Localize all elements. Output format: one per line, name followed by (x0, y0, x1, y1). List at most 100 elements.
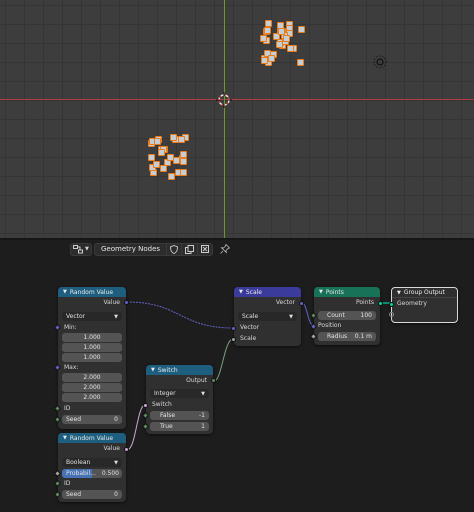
switch-socket[interactable] (143, 403, 148, 408)
link-random-to-scale (126, 301, 234, 329)
chevron-down-icon[interactable]: ▼ (397, 290, 401, 296)
selected-point[interactable] (180, 158, 187, 165)
selected-point[interactable] (298, 26, 305, 33)
seed-label: Seed (66, 491, 81, 498)
false-value: -1 (199, 412, 205, 419)
data-type-dropdown[interactable]: Boolean ▼ (62, 458, 122, 467)
selected-point[interactable] (180, 151, 187, 158)
chevron-down-icon: ▼ (114, 459, 118, 466)
true-value: 1 (201, 423, 205, 430)
seed-value: 0 (114, 491, 118, 498)
selected-point[interactable] (264, 27, 271, 34)
node-title: Scale (245, 288, 263, 296)
chevron-down-icon[interactable]: ▼ (63, 289, 67, 295)
radius-value: 0.1 m (354, 333, 372, 340)
selected-point[interactable] (283, 35, 290, 42)
selected-point[interactable] (168, 173, 175, 180)
true-field[interactable]: True 1 (150, 422, 209, 431)
selected-point[interactable] (268, 55, 275, 62)
group-output-node[interactable]: ▼ Group Output Geometry (389, 287, 458, 323)
data-type-value: Vector (66, 313, 86, 320)
chevron-down-icon[interactable]: ▼ (151, 367, 155, 373)
id-label: ID (64, 405, 71, 412)
probability-fill: Probabil... (62, 469, 96, 478)
input-scale-socket[interactable] (231, 337, 236, 342)
chevron-down-icon[interactable]: ▼ (319, 289, 323, 295)
min-y-field[interactable]: 1.000 (62, 343, 122, 352)
output-value-socket[interactable] (124, 300, 129, 305)
output-socket[interactable] (211, 378, 216, 383)
3d-viewport[interactable] (0, 0, 474, 238)
selected-point[interactable] (158, 149, 165, 156)
selected-point[interactable] (261, 57, 268, 64)
chevron-down-icon[interactable]: ▼ (239, 289, 243, 295)
selected-point[interactable] (287, 45, 294, 52)
empty-socket[interactable] (389, 312, 394, 317)
selected-point[interactable] (154, 138, 161, 145)
min-x-field[interactable]: 1.000 (62, 333, 122, 342)
selected-point[interactable] (167, 154, 174, 161)
point-cloud-top[interactable] (258, 18, 308, 68)
input-vector-socket[interactable] (231, 326, 236, 331)
min-z-field[interactable]: 1.000 (62, 353, 122, 362)
node-editor[interactable]: ▼ Geometry Nodes ▼ Random Value Value Ve… (0, 240, 474, 512)
seed-value: 0 (114, 416, 118, 423)
seed-label: Seed (66, 416, 81, 423)
y-axis-line (224, 0, 225, 238)
seed-field[interactable]: Seed 0 (62, 490, 122, 499)
selected-point[interactable] (170, 134, 177, 141)
sun-light-icon[interactable] (372, 54, 388, 70)
operation-value: Scale (242, 313, 259, 320)
input-type-dropdown[interactable]: Integer ▼ (150, 389, 209, 398)
selected-point[interactable] (276, 41, 283, 48)
selected-point[interactable] (178, 136, 185, 143)
random-value-node-vector[interactable]: ▼ Random Value Value Vector ▼ Min: 1.000 1… (53, 287, 129, 429)
geometry-label: Geometry (397, 300, 427, 307)
selected-point[interactable] (277, 22, 284, 29)
point-cloud-bottom[interactable] (145, 134, 190, 182)
output-label: Output (186, 377, 207, 384)
selected-point[interactable] (153, 161, 160, 168)
output-points-label: Points (355, 299, 374, 306)
max-label: Max: (64, 364, 79, 371)
selected-point[interactable] (297, 59, 304, 66)
points-node[interactable]: ▼ Points Points Count 100 Position Radius 0… (309, 287, 383, 345)
x-axis-line (0, 99, 474, 100)
node-title: Random Value (69, 288, 114, 296)
seed-field[interactable]: Seed 0 (62, 415, 122, 424)
count-field[interactable]: Count 100 (318, 311, 376, 320)
selected-point[interactable] (160, 165, 167, 172)
output-points-socket[interactable] (378, 301, 383, 306)
cursor-origin-icon[interactable] (216, 92, 232, 108)
output-vector-socket[interactable] (299, 301, 304, 306)
max-y-field[interactable]: 2.000 (62, 383, 122, 392)
output-vector-label: Vector (275, 299, 295, 306)
selected-point[interactable] (260, 35, 267, 42)
id-label: ID (64, 480, 71, 487)
scale-node[interactable]: ▼ Scale Vector Scale ▼ Vector Scale (231, 287, 304, 346)
node-title: Random Value (69, 434, 114, 442)
selected-point[interactable] (265, 20, 272, 27)
probability-field[interactable]: Probabil... 0.500 (62, 469, 122, 478)
chevron-down-icon: ▼ (289, 313, 293, 320)
max-z-field[interactable]: 2.000 (62, 393, 122, 402)
chevron-down-icon[interactable]: ▼ (63, 435, 67, 441)
output-value-socket[interactable] (124, 447, 129, 452)
radius-field[interactable]: Radius 0.1 m (318, 332, 376, 341)
random-value-node-boolean[interactable]: ▼ Random Value Value Boolean ▼ Probabil...… (53, 433, 129, 502)
selected-point[interactable] (180, 169, 187, 176)
radius-label: Radius (327, 333, 348, 340)
node-title: Switch (157, 366, 178, 374)
position-label: Position (318, 322, 342, 329)
geometry-socket[interactable] (389, 302, 394, 307)
switch-node[interactable]: ▼ Switch Output Integer ▼ Switch False -1 T… (141, 365, 216, 434)
data-type-dropdown[interactable]: Vector ▼ (62, 312, 122, 321)
selected-point[interactable] (148, 154, 155, 161)
max-x-field[interactable]: 2.000 (62, 373, 122, 382)
output-value-label: Value (103, 445, 120, 452)
false-field[interactable]: False -1 (150, 411, 209, 420)
operation-dropdown[interactable]: Scale ▼ (238, 312, 297, 321)
chevron-down-icon: ▼ (114, 313, 118, 320)
selected-point[interactable] (278, 28, 285, 35)
probability-label: Probabil... (66, 470, 96, 477)
